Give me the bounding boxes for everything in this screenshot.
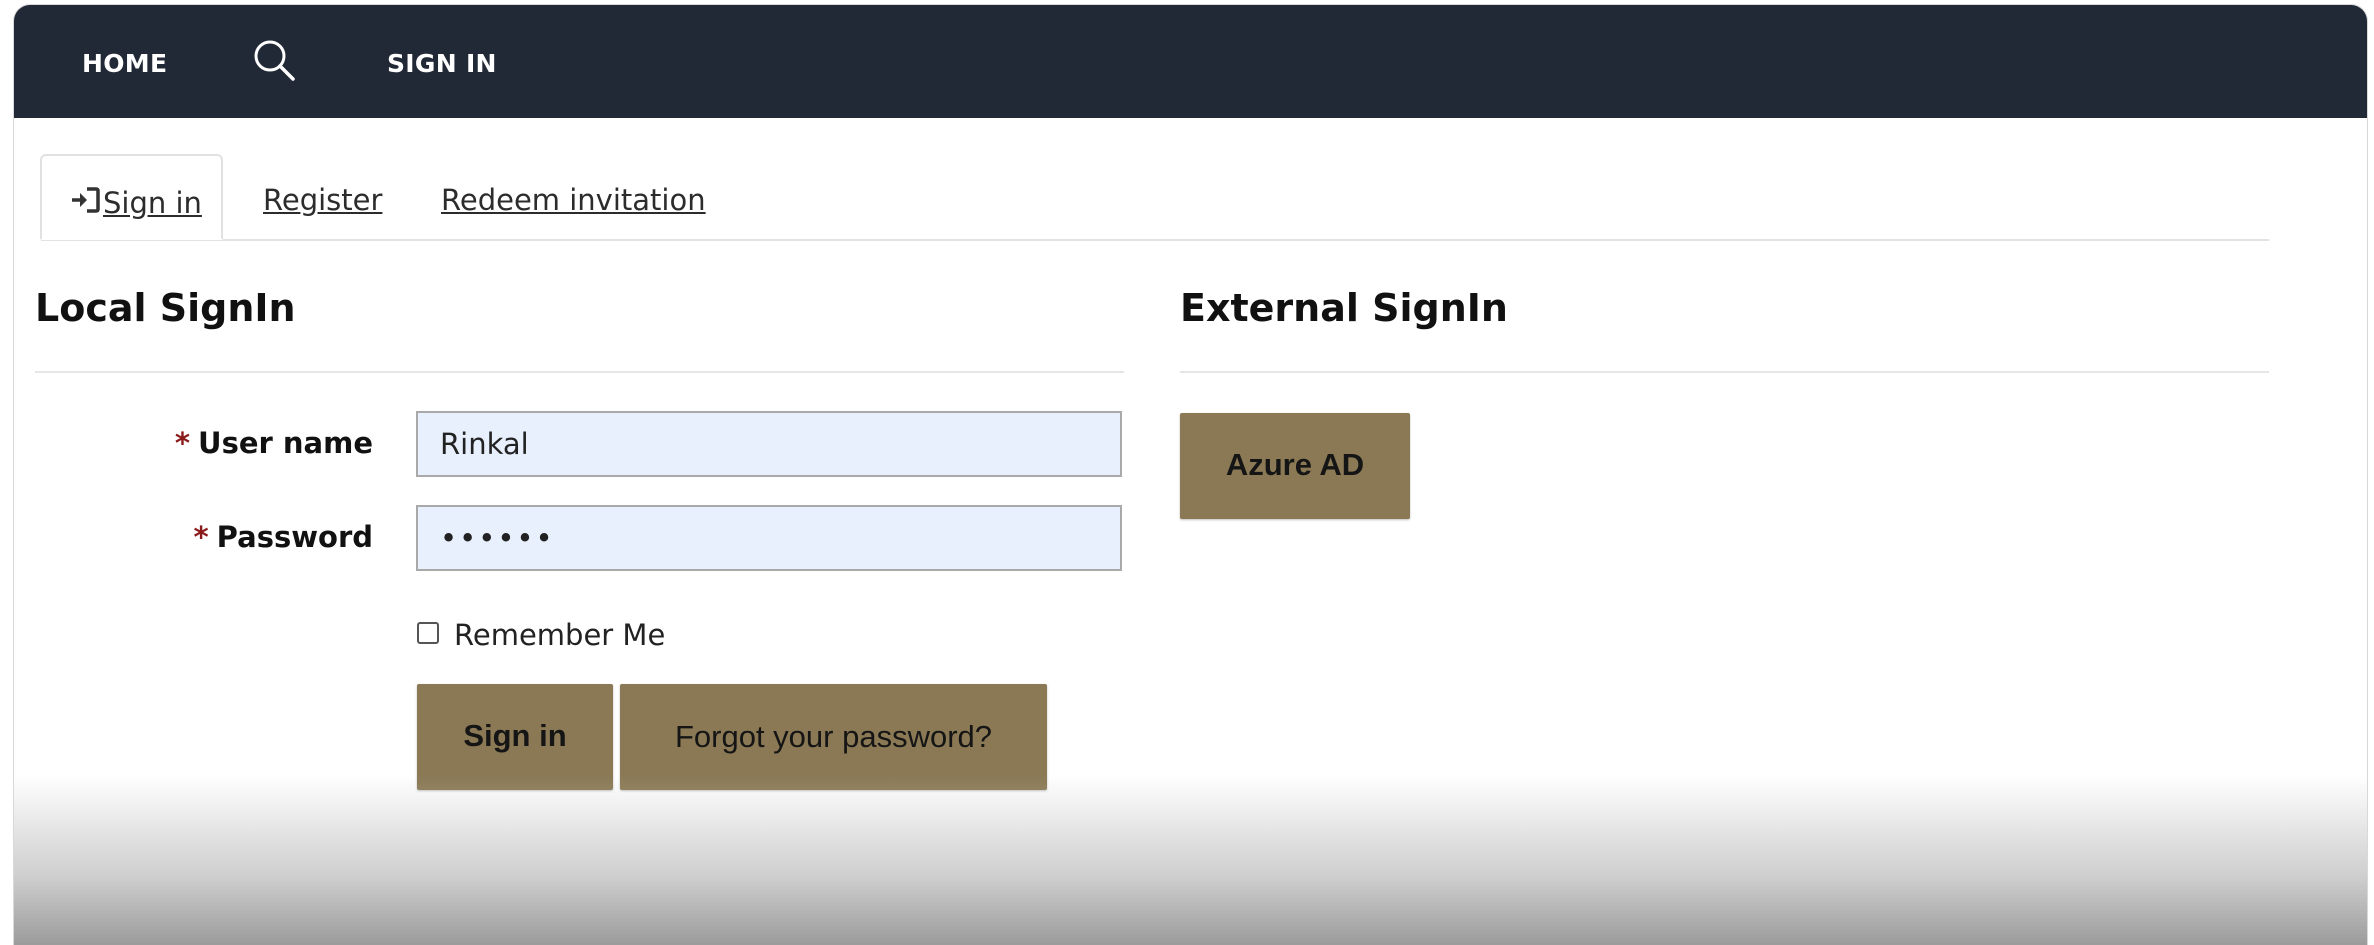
bottom-fade-overlay	[14, 775, 2367, 945]
browser-viewport: HOME SIGN IN Sign in Register Redeem inv…	[14, 5, 2367, 945]
sign-in-button[interactable]: Sign in	[417, 684, 613, 790]
tab-register[interactable]: Register	[263, 183, 382, 217]
required-marker: *	[174, 426, 191, 460]
external-signin-divider	[1180, 371, 2269, 373]
password-label: * Password	[193, 520, 373, 554]
tabs-divider	[41, 239, 2269, 241]
username-label: * User name	[175, 426, 373, 460]
password-input[interactable]: ••••••	[416, 505, 1122, 571]
forgot-password-button[interactable]: Forgot your password?	[620, 684, 1047, 790]
tab-sign-in-label: Sign in	[103, 186, 202, 220]
username-input[interactable]: Rinkal	[416, 411, 1122, 477]
password-label-wrap: * Password	[35, 520, 373, 560]
remember-me-checkbox[interactable]	[417, 622, 439, 644]
tab-sign-in[interactable]: Sign in	[40, 154, 223, 240]
external-signin-title: External SignIn	[1180, 286, 1508, 330]
local-signin-title: Local SignIn	[35, 286, 296, 330]
nav-home-link[interactable]: HOME	[82, 49, 167, 78]
local-signin-divider	[35, 371, 1124, 373]
azure-ad-button[interactable]: Azure AD	[1180, 413, 1410, 519]
password-label-text: Password	[216, 520, 373, 554]
tab-redeem-invitation[interactable]: Redeem invitation	[441, 183, 706, 217]
sign-in-icon	[69, 186, 101, 214]
remember-me-label[interactable]: Remember Me	[454, 618, 665, 652]
username-label-wrap: * User name	[35, 426, 373, 466]
search-icon[interactable]	[251, 37, 297, 83]
required-marker: *	[193, 520, 209, 554]
username-label-text: User name	[198, 426, 373, 460]
top-navbar: HOME SIGN IN	[14, 5, 2367, 118]
nav-signin-link[interactable]: SIGN IN	[387, 49, 497, 78]
